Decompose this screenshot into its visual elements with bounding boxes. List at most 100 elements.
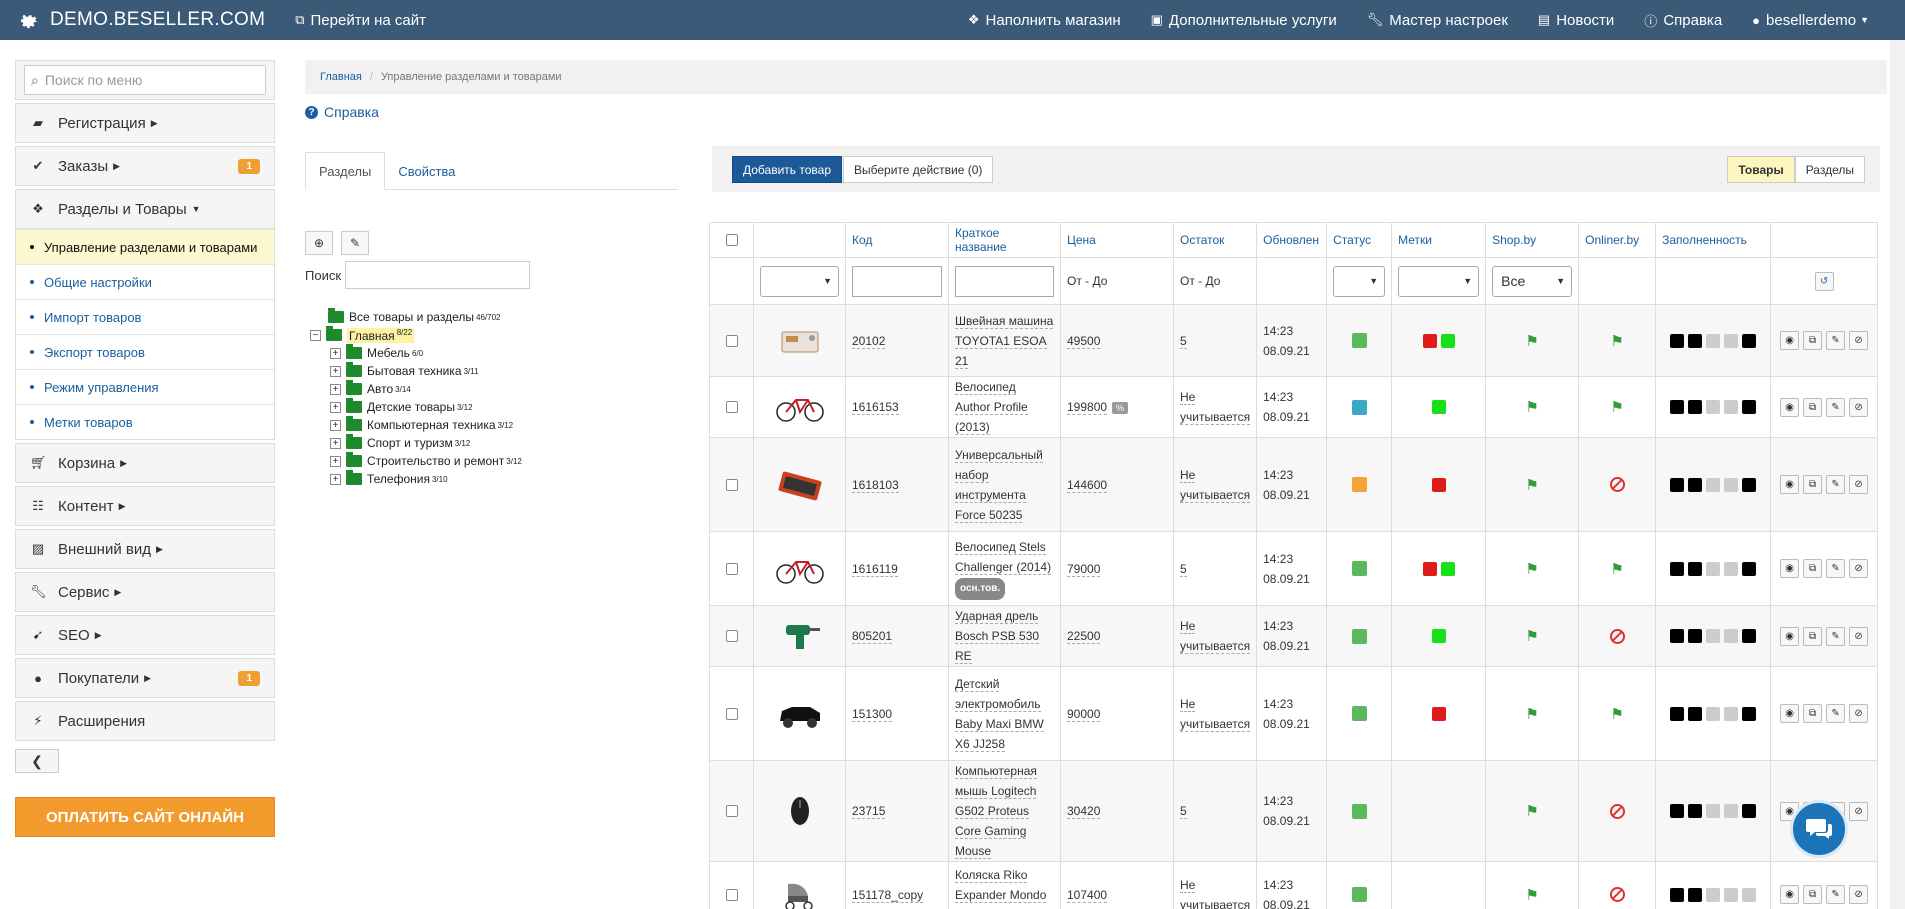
row-name[interactable]: Детский электромобиль Baby Maxi BMW X6 J… [955, 676, 1044, 752]
nav-news[interactable]: ▤ Новости [1538, 12, 1614, 29]
choose-action-button[interactable]: Выберите действие (0) [843, 156, 994, 183]
row-checkbox[interactable] [725, 707, 738, 720]
row-price[interactable]: 199800 [1067, 400, 1108, 415]
row-checkbox[interactable] [725, 478, 738, 491]
view-button[interactable]: ◉ [1780, 475, 1800, 494]
status-indicator[interactable] [1351, 803, 1367, 819]
nav-fill-store[interactable]: ❖ Наполнить магазин [968, 12, 1121, 29]
unlink-button[interactable]: ⊘ [1849, 626, 1869, 646]
copy-button[interactable]: ⧉ [1803, 559, 1823, 578]
row-price[interactable]: 30420 [1067, 804, 1101, 819]
copy-button[interactable]: ⧉ [1803, 626, 1823, 646]
expand-icon[interactable]: + [330, 365, 341, 377]
tab-properties[interactable]: Свойства [385, 152, 468, 190]
unlink-button[interactable]: ⊘ [1849, 801, 1869, 821]
tree-node-child[interactable]: + Спорт и туризм 3/12 [310, 434, 522, 452]
status-indicator[interactable] [1351, 706, 1367, 721]
tree-node-child[interactable]: + Мебель 6/0 [310, 344, 522, 362]
row-name[interactable]: Велосипед Author Profile (2013) [955, 380, 1028, 435]
row-stock[interactable]: Не учитывается [1180, 390, 1251, 425]
add-section-button[interactable]: ⊕ [305, 231, 333, 255]
filter-labels-select[interactable]: ▼ [1398, 265, 1480, 297]
edit-button[interactable]: ✎ [1826, 704, 1846, 723]
header-status[interactable]: Статус [1326, 222, 1393, 258]
shopby-tag-icon[interactable]: ⚑ [1492, 398, 1572, 416]
row-price[interactable]: 107400 [1067, 887, 1108, 903]
sidebar-item-seo[interactable]: ➹ SEO ▶ [15, 615, 275, 655]
header-name[interactable]: Краткое название [948, 222, 1061, 258]
row-code[interactable]: 151300 [852, 706, 893, 722]
shopby-tag-icon[interactable]: ⚑ [1492, 332, 1572, 350]
tree-search-input[interactable] [345, 261, 531, 289]
sidebar-item-orders[interactable]: ✔ Заказы ▶ 1 [15, 146, 275, 186]
row-name[interactable]: Коляска Riko Expander Mondo Ecco 2 в 1 [955, 867, 1047, 909]
shopby-tag-icon[interactable]: ⚑ [1492, 802, 1572, 820]
row-code[interactable]: 151178_copy [852, 887, 924, 903]
status-indicator[interactable] [1351, 628, 1367, 644]
shopby-tag-icon[interactable]: ⚑ [1492, 476, 1572, 494]
row-stock[interactable]: 5 [1180, 561, 1187, 577]
expand-icon[interactable]: + [330, 473, 341, 485]
row-labels[interactable] [1398, 561, 1479, 576]
view-button[interactable]: ◉ [1780, 559, 1800, 578]
edit-button[interactable]: ✎ [1826, 559, 1846, 578]
help-link[interactable]: ? Справка [305, 104, 379, 120]
view-button[interactable]: ◉ [1780, 704, 1800, 723]
sewing-machine-icon[interactable] [774, 324, 826, 358]
unlink-button[interactable]: ⊘ [1849, 331, 1869, 350]
edit-button[interactable]: ✎ [1826, 885, 1846, 904]
sidebar-collapse-button[interactable]: ❮ [15, 749, 59, 773]
header-stock[interactable]: Остаток [1172, 222, 1258, 258]
status-indicator[interactable] [1351, 477, 1367, 492]
view-button[interactable]: ◉ [1780, 885, 1800, 904]
view-button[interactable]: ◉ [1780, 626, 1800, 646]
row-code[interactable]: 20102 [852, 333, 886, 349]
filter-status-select[interactable]: ▼ [1333, 265, 1386, 297]
row-code[interactable]: 1616153 [852, 400, 899, 415]
onliner-tag-icon[interactable]: ⚑ [1585, 560, 1649, 578]
reset-filters-button[interactable]: ↺ [1814, 271, 1834, 291]
view-sections-button[interactable]: Разделы [1794, 156, 1865, 183]
toy-car-icon[interactable] [774, 697, 826, 731]
copy-button[interactable]: ⧉ [1803, 475, 1823, 494]
header-shopby[interactable]: Shop.by [1485, 222, 1580, 258]
unlink-button[interactable]: ⊘ [1849, 885, 1869, 904]
submenu-export[interactable]: Экспорт товаров [16, 334, 274, 369]
menu-search-input[interactable]: ⌕ Поиск по меню [24, 65, 266, 95]
onliner-ban-icon[interactable] [1609, 628, 1625, 644]
tree-node-child[interactable]: + Телефония 3/10 [310, 470, 522, 488]
sidebar-item-customers[interactable]: ● Покупатели ▶ 1 [15, 658, 275, 698]
expand-icon[interactable]: + [330, 347, 341, 359]
copy-button[interactable]: ⧉ [1803, 885, 1823, 904]
tree-node-main[interactable]: − Главная 8/22 [310, 326, 522, 344]
expand-icon[interactable]: + [330, 455, 341, 467]
row-price[interactable]: 144600 [1067, 477, 1108, 493]
row-name[interactable]: Ударная дрель Bosch PSB 530 RE [955, 609, 1040, 664]
submenu-product-labels[interactable]: Метки товаров [16, 404, 274, 439]
sidebar-item-cart[interactable]: 🛒︎ Корзина ▶ [15, 443, 275, 483]
row-name[interactable]: Компьютерная мышь Logitech G502 Proteus … [955, 764, 1037, 859]
nav-help[interactable]: ⓘ Справка [1644, 11, 1722, 30]
row-price[interactable]: 22500 [1067, 629, 1101, 644]
drill-icon[interactable] [774, 619, 826, 653]
shopby-tag-icon[interactable]: ⚑ [1492, 627, 1572, 645]
expand-icon[interactable]: + [330, 401, 341, 413]
stroller-icon[interactable] [774, 878, 826, 909]
submenu-import[interactable]: Импорт товаров [16, 299, 274, 334]
header-fill[interactable]: Заполненность [1655, 222, 1772, 258]
filter-image-select[interactable]: ▼ [760, 265, 839, 297]
tool-set-icon[interactable] [774, 468, 826, 502]
row-checkbox[interactable] [725, 630, 738, 642]
shopby-tag-icon[interactable]: ⚑ [1492, 560, 1572, 578]
edit-button[interactable]: ✎ [1826, 397, 1846, 417]
nav-extra-services[interactable]: ▣ Дополнительные услуги [1151, 12, 1337, 29]
onliner-tag-icon[interactable]: ⚑ [1585, 705, 1649, 723]
header-onliner[interactable]: Onliner.by [1578, 222, 1657, 258]
header-select-all[interactable] [709, 222, 754, 258]
header-labels[interactable]: Метки [1391, 222, 1487, 258]
status-indicator[interactable] [1351, 399, 1367, 415]
filter-code-input[interactable] [852, 265, 942, 297]
onliner-ban-icon[interactable] [1609, 477, 1625, 492]
sidebar-item-content[interactable]: ☷ Контент ▶ [15, 486, 275, 526]
header-price[interactable]: Цена [1060, 222, 1174, 258]
